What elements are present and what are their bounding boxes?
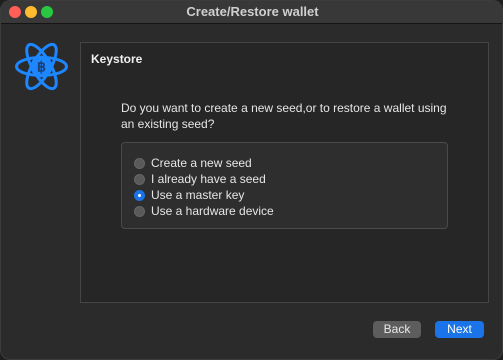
wallet-window: Create/Restore wallet ฿ Keystore Do you … [0,0,503,360]
option-label: I already have a seed [151,172,266,186]
seed-question: Do you want to create a new seed,or to r… [121,101,447,131]
radio-create-new-seed[interactable] [134,157,145,169]
option-label: Use a master key [151,188,245,202]
option-use-hardware-device[interactable]: Use a hardware device [134,203,274,219]
title-bar: Create/Restore wallet [1,1,502,24]
window-title: Create/Restore wallet [186,4,319,19]
keystore-options-group: Create a new seed I already have a seed … [121,142,448,229]
back-button[interactable]: Back [373,321,421,338]
keystore-panel: Keystore Do you want to create a new see… [80,42,489,303]
radio-already-have-seed[interactable] [134,173,145,185]
radio-use-hardware-device[interactable] [134,205,145,217]
option-use-master-key[interactable]: Use a master key [134,187,244,203]
panel-heading: Keystore [91,52,143,66]
option-already-have-seed[interactable]: I already have a seed [134,171,266,187]
option-label: Use a hardware device [151,204,274,218]
option-label: Create a new seed [151,156,252,170]
svg-text:฿: ฿ [37,59,46,75]
option-create-new-seed[interactable]: Create a new seed [134,155,252,171]
electrum-logo-icon: ฿ [15,42,68,91]
next-button[interactable]: Next [435,321,484,338]
radio-use-master-key[interactable] [134,189,145,201]
